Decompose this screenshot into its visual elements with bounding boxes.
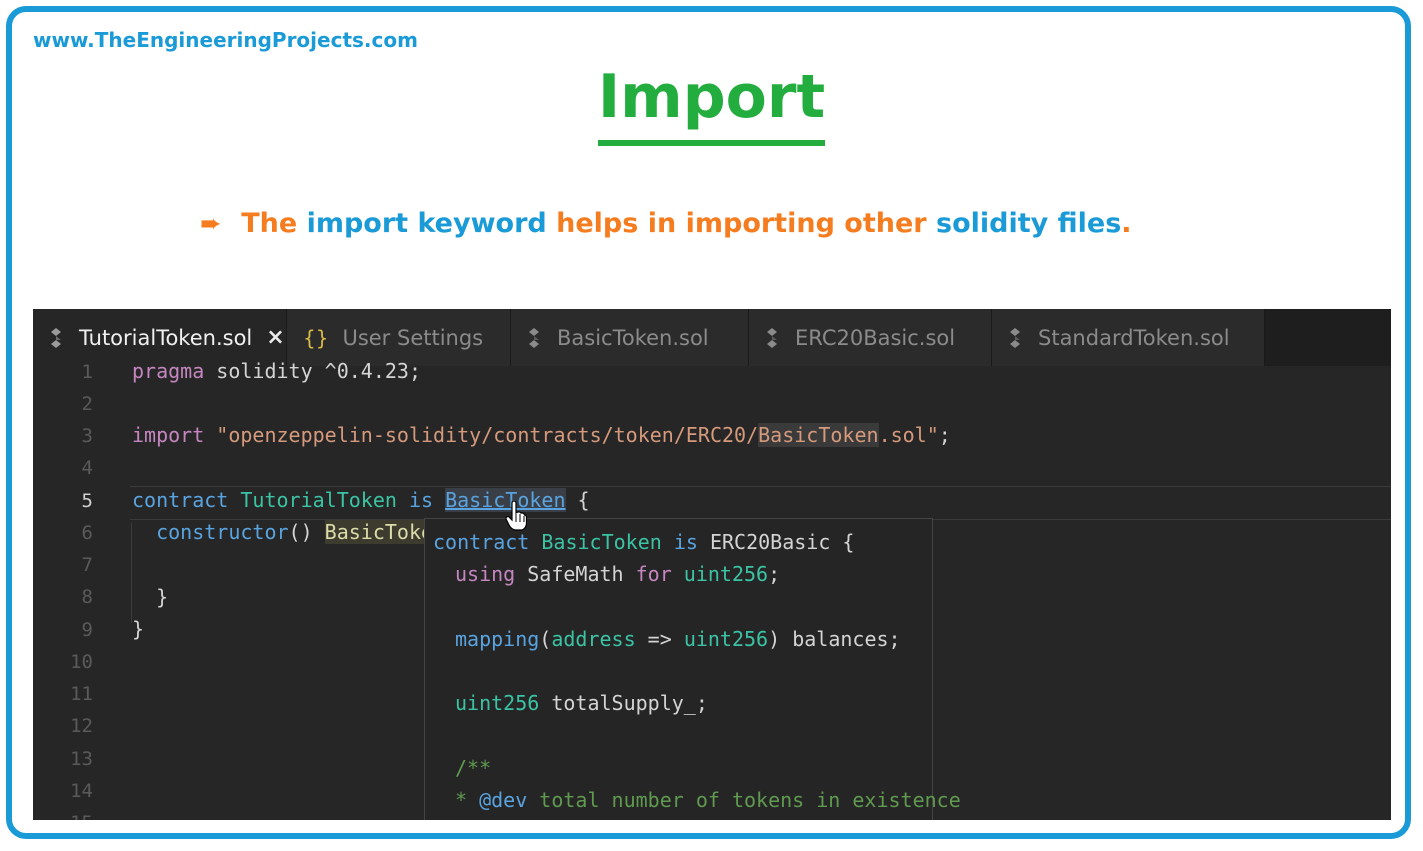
close-icon[interactable]: × xyxy=(266,325,284,350)
code-text: SafeMath xyxy=(515,562,636,586)
code-line-6[interactable]: constructor() BasicToken xyxy=(132,520,446,544)
hover-line: * @dev total number of tokens in existen… xyxy=(455,788,961,812)
comment: * xyxy=(455,788,480,812)
solidity-icon xyxy=(767,327,777,348)
line-number: 8 xyxy=(81,586,93,608)
tab-basictoken[interactable]: BasicToken.sol xyxy=(511,309,749,366)
code-text: () xyxy=(288,520,325,544)
slide-title-wrapper: Import xyxy=(0,60,1423,146)
code-line-8[interactable]: } xyxy=(132,585,168,609)
hover-line: mapping(address => uint256) balances; xyxy=(455,627,901,651)
tab-standardtoken[interactable]: StandardToken.sol xyxy=(992,309,1265,366)
line-number: 2 xyxy=(81,393,93,415)
tab-label: BasicToken.sol xyxy=(557,325,709,350)
line-number: 9 xyxy=(81,619,93,641)
keyword: mapping xyxy=(455,627,540,651)
keyword: contract xyxy=(433,530,530,554)
code-text: } xyxy=(132,617,145,641)
code-text: totalSupply_; xyxy=(539,691,708,715)
solidity-icon xyxy=(1010,327,1020,348)
hover-line: contract BasicToken is ERC20Basic { xyxy=(433,530,854,554)
line-number-current: 5 xyxy=(81,490,93,512)
line-number: 13 xyxy=(70,748,93,770)
contract-name: BasicToken xyxy=(529,530,662,554)
tab-user-settings[interactable]: {} User Settings xyxy=(287,309,511,366)
keyword: for xyxy=(635,562,672,586)
type-name: uint256 xyxy=(683,627,769,651)
code-text: ( xyxy=(539,627,552,651)
subtitle-part-3: helps in importing other xyxy=(556,208,927,239)
contract-name: TutorialToken xyxy=(228,488,397,512)
hover-line: using SafeMath for uint256; xyxy=(455,562,780,586)
keyword: using xyxy=(455,562,516,586)
code-line-1[interactable]: pragma solidity ^0.4.23; xyxy=(132,359,421,383)
line-number: 6 xyxy=(81,522,93,544)
tab-label: ERC20Basic.sol xyxy=(795,325,956,350)
line-number: 1 xyxy=(81,361,93,383)
tab-erc20basic[interactable]: ERC20Basic.sol xyxy=(749,309,992,366)
comment: total number of tokens in existence xyxy=(527,788,961,812)
slide-title: Import xyxy=(597,60,826,146)
subtitle: ➨ The import keyword helps in importing … xyxy=(200,208,1132,239)
site-url: www.TheEngineeringProjects.com xyxy=(33,28,418,52)
code-text: => xyxy=(635,627,684,651)
string-literal: "openzeppelin-solidity/contracts/token/E… xyxy=(204,423,759,447)
code-text: } xyxy=(156,585,169,609)
keyword: import xyxy=(132,423,205,447)
doc-tag: @dev xyxy=(479,788,528,812)
subtitle-part-4: solidity files xyxy=(936,208,1122,239)
hover-definition-popup[interactable]: contract BasicToken is ERC20Basic { usin… xyxy=(424,518,961,820)
line-number: 15 xyxy=(33,812,93,820)
subtitle-part-1: The xyxy=(241,208,298,239)
keyword: is xyxy=(396,488,446,512)
hover-line: uint256 totalSupply_; xyxy=(455,691,708,715)
line-number: 11 xyxy=(70,683,93,705)
code-editor: TutorialToken.sol × {} User Settings Bas… xyxy=(33,309,1391,820)
line-number: 3 xyxy=(81,425,93,447)
keyword: is xyxy=(661,530,710,554)
code-line-3[interactable]: import "openzeppelin-solidity/contracts/… xyxy=(132,423,951,447)
arrow-icon: ➨ xyxy=(200,209,222,239)
line-number: 14 xyxy=(70,780,93,802)
keyword: contract xyxy=(132,488,229,512)
tab-bar: TutorialToken.sol × {} User Settings Bas… xyxy=(33,309,1391,366)
subtitle-part-2: import keyword xyxy=(306,208,547,239)
code-line-9[interactable]: } xyxy=(132,617,144,641)
string-highlight: BasicToken xyxy=(758,423,879,447)
string-literal: .sol" xyxy=(878,423,939,447)
line-number: 12 xyxy=(70,715,93,737)
line-number: 7 xyxy=(81,554,93,576)
code-text: ; xyxy=(938,423,951,447)
tab-label: TutorialToken.sol xyxy=(79,325,253,350)
code-text: { xyxy=(830,530,855,554)
solidity-icon xyxy=(529,327,539,348)
subtitle-period: . xyxy=(1121,208,1132,239)
line-number: 10 xyxy=(70,651,93,673)
hand-cursor-icon xyxy=(505,501,527,531)
solidity-icon xyxy=(51,327,61,348)
keyword: constructor xyxy=(156,520,289,544)
code-text: ERC20Basic xyxy=(709,530,831,554)
tab-tutorialtoken[interactable]: TutorialToken.sol × xyxy=(33,309,287,366)
code-text: solidity ^0.4.23; xyxy=(204,359,421,383)
keyword: pragma xyxy=(132,359,205,383)
tab-label: StandardToken.sol xyxy=(1038,325,1230,350)
tab-label: User Settings xyxy=(342,325,484,350)
code-text: ) balances; xyxy=(768,627,901,651)
code-text: ; xyxy=(768,562,781,586)
type-name: address xyxy=(551,627,636,651)
braces-icon: {} xyxy=(303,325,329,350)
type-name: uint256 xyxy=(671,562,769,586)
type-name: uint256 xyxy=(455,691,540,715)
line-number: 4 xyxy=(81,457,93,479)
code-text: { xyxy=(565,488,590,512)
hover-comment: /** xyxy=(455,756,492,780)
